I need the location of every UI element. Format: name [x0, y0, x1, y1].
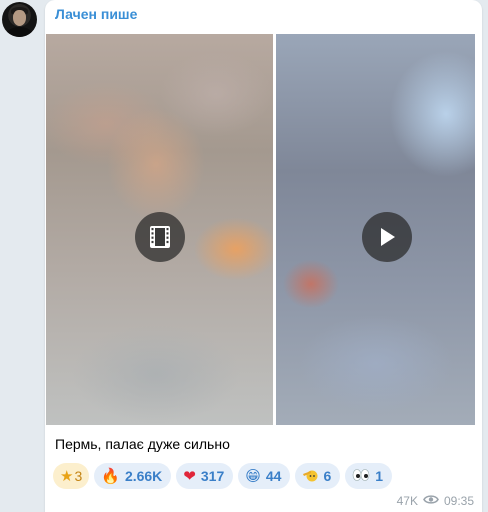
reaction-eyes[interactable]: 1	[345, 463, 393, 489]
reaction-count: 1	[375, 468, 384, 484]
message-time: 09:35	[443, 494, 474, 508]
reaction-star[interactable]: ★ 3	[53, 463, 90, 489]
reaction-count: 2.66K	[124, 468, 163, 484]
message-meta: 47K 09:35	[397, 494, 474, 508]
film-icon[interactable]	[135, 212, 185, 262]
reaction-fire[interactable]: 🔥 2.66K	[94, 463, 172, 489]
view-count: 47K	[396, 494, 418, 508]
author-name[interactable]: Лачен пише	[55, 6, 137, 22]
heart-icon: ❤	[183, 466, 196, 485]
avatar-body	[6, 27, 33, 37]
reaction-count: 44	[265, 468, 282, 484]
star-icon: ★	[60, 466, 74, 485]
reaction-heart[interactable]: ❤ 317	[176, 463, 234, 489]
salute-icon	[302, 468, 318, 485]
media-video-1[interactable]	[46, 34, 273, 425]
avatar[interactable]	[2, 2, 37, 37]
reactions-row: ★ 3 🔥 2.66K ❤ 317 😁 44 6 1	[53, 463, 393, 489]
reaction-salute[interactable]: 6	[295, 463, 341, 489]
reaction-count: 317	[200, 468, 225, 484]
eye-icon	[423, 494, 439, 508]
fire-icon: 🔥	[101, 466, 120, 485]
reaction-count: 3	[74, 468, 83, 484]
media-video-2[interactable]	[276, 34, 475, 425]
eyes-icon	[352, 468, 370, 484]
reaction-count: 6	[323, 468, 332, 484]
avatar-face	[13, 10, 26, 26]
message-caption: Пермь, палає дуже сильно	[55, 436, 230, 452]
grin-icon: 😁	[245, 466, 261, 485]
play-icon[interactable]	[362, 212, 412, 262]
media-album	[46, 34, 475, 425]
reaction-grin[interactable]: 😁 44	[238, 463, 291, 489]
message-bubble: Лачен пише Пермь, палає дуже сильно ★ 3 …	[45, 0, 482, 512]
